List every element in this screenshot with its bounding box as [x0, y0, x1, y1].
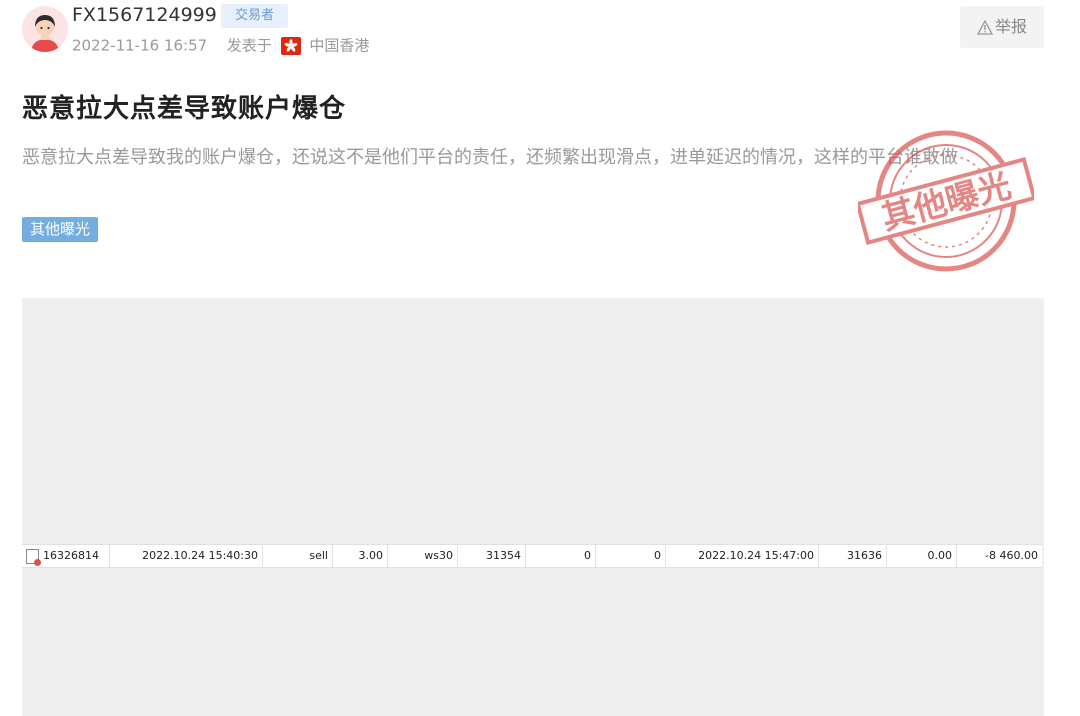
trade-commission: 0.00: [887, 545, 957, 567]
stamp-text: 其他曝光: [877, 166, 1015, 238]
category-tag[interactable]: 其他曝光: [22, 217, 99, 242]
avatar[interactable]: [22, 6, 68, 52]
trade-open-price: 31354: [458, 545, 526, 567]
report-button[interactable]: 举报: [960, 6, 1044, 48]
trade-size: 3.00: [333, 545, 388, 567]
report-label: 举报: [994, 17, 1027, 36]
post-meta: 2022-11-16 16:57 发表于 中国香港: [72, 34, 369, 57]
hong-kong-flag-icon: [280, 36, 301, 55]
trade-close-time: 2022.10.24 15:47:00: [666, 545, 819, 567]
post-header: FX1567124999 交易者 2022-11-16 16:57 发表于 中国…: [22, 4, 1044, 60]
document-icon: [26, 548, 41, 566]
trade-close-price: 31636: [819, 545, 887, 567]
trade-symbol: ws30: [388, 545, 458, 567]
username[interactable]: FX1567124999: [72, 4, 217, 26]
trade-open-time: 2022.10.24 15:40:30: [110, 545, 263, 567]
post-datetime: 2022-11-16 16:57: [72, 36, 208, 55]
trade-profit: -8 460.00: [985, 549, 1038, 562]
trade-ticket-cell: 16326814: [22, 545, 110, 567]
post-location: 中国香港: [309, 36, 370, 55]
trade-row: 16326814 2022.10.24 15:40:30 sell 3.00 w…: [22, 544, 1042, 568]
post-title: 恶意拉大点差导致账户爆仓: [22, 94, 347, 124]
screenshot-image: 16326814 2022.10.24 15:40:30 sell 3.00 w…: [22, 298, 1044, 716]
trade-type: sell: [263, 545, 333, 567]
exposure-stamp: 其他曝光: [858, 130, 1034, 272]
trade-sl: 0: [526, 545, 596, 567]
role-badge: 交易者: [221, 4, 289, 28]
trade-tp: 0: [596, 545, 666, 567]
warning-icon: [976, 19, 994, 35]
trade-ticket: 16326814: [43, 549, 99, 562]
posted-at-label: 发表于: [226, 36, 272, 55]
